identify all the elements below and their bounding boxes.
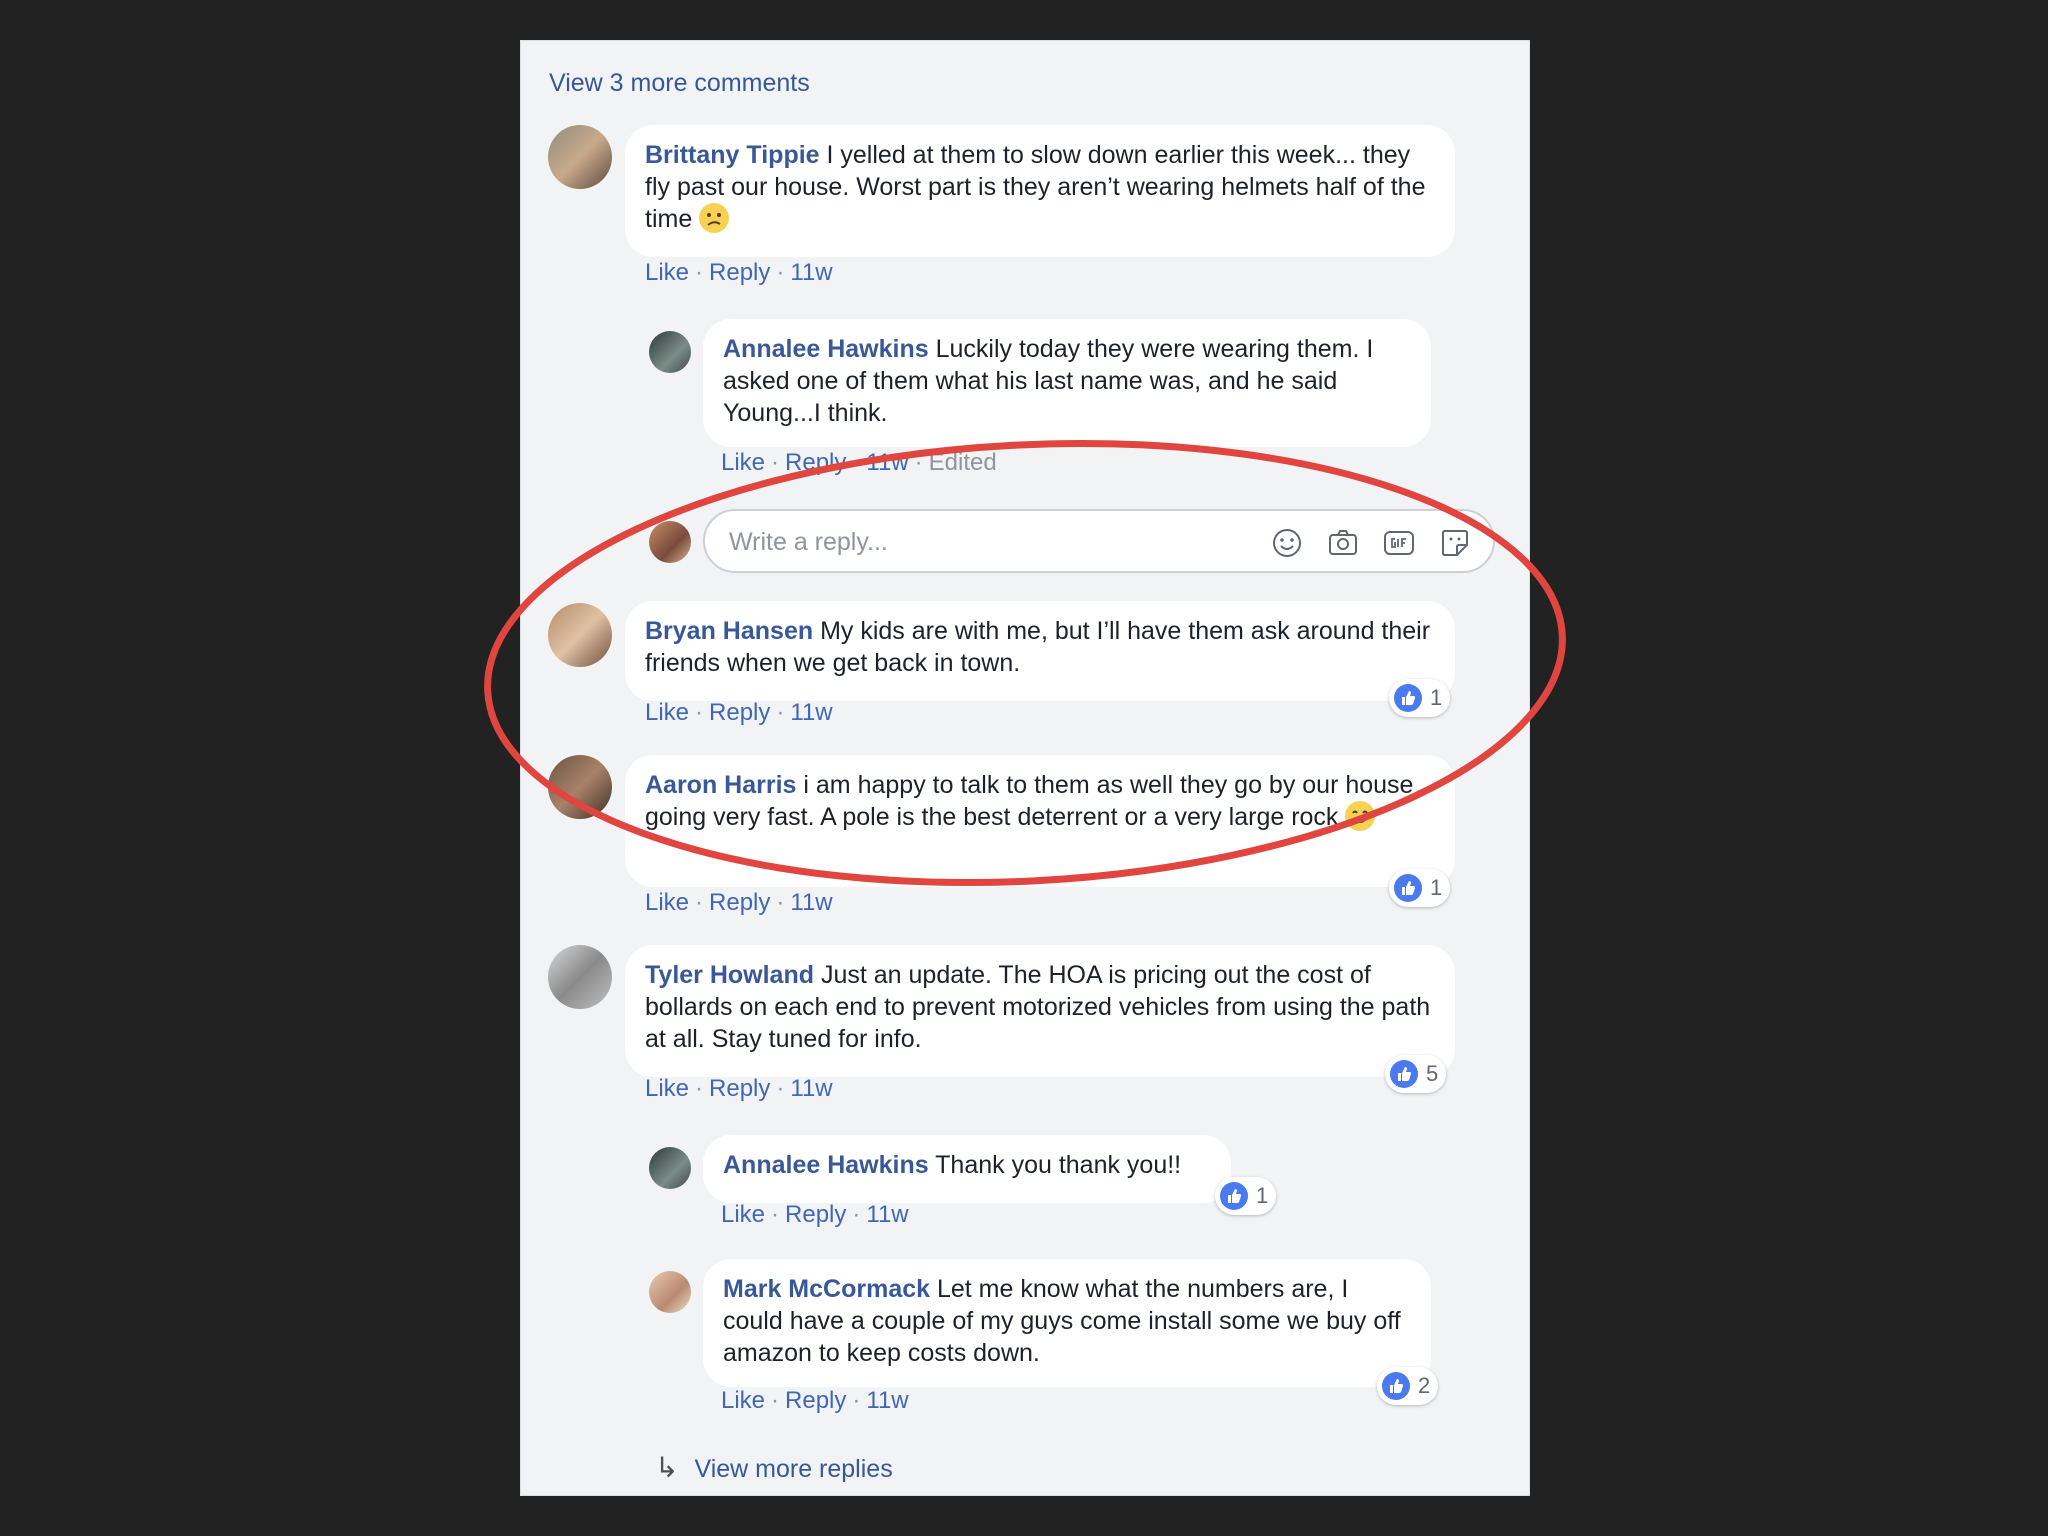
like-count: 1 [1430, 875, 1443, 900]
like-thumb-icon [1390, 1060, 1418, 1088]
timestamp[interactable]: 11w [866, 1387, 908, 1414]
separator: · [776, 1075, 785, 1102]
comment-actions: Like · Reply · 11w · Edited [721, 449, 997, 477]
avatar[interactable] [548, 603, 612, 667]
separator: · [776, 259, 785, 286]
confused-face-icon [699, 203, 730, 233]
comment-author[interactable]: Annalee Hawkins [723, 1151, 929, 1179]
like-thumb-icon [1394, 874, 1422, 902]
edited-label: Edited [928, 449, 997, 476]
separator: · [695, 889, 704, 916]
gif-icon[interactable] [1383, 527, 1415, 559]
separator: · [776, 699, 785, 726]
comment-actions: Like · Reply · 11w [645, 699, 833, 727]
view-more-comments-link[interactable]: View 3 more comments [549, 69, 810, 98]
timestamp[interactable]: 11w [866, 449, 908, 476]
comment-author[interactable]: Brittany Tippie [645, 141, 820, 169]
comment-actions: Like · Reply · 11w [645, 259, 833, 287]
separator: · [771, 1201, 780, 1228]
like-count-badge[interactable]: 1 [1389, 869, 1451, 907]
timestamp[interactable]: 11w [790, 699, 832, 726]
like-link[interactable]: Like [645, 259, 689, 286]
comment-bubble: Brittany Tippie I yelled at them to slow… [625, 125, 1455, 257]
comment-bubble: Mark McCormack Let me know what the numb… [703, 1259, 1431, 1387]
separator: · [852, 1201, 861, 1228]
view-more-replies-label: View more replies [694, 1455, 893, 1483]
like-thumb-icon [1394, 684, 1422, 712]
reply-link[interactable]: Reply [785, 449, 846, 476]
like-thumb-icon [1382, 1372, 1410, 1400]
reply-link[interactable]: Reply [709, 1075, 770, 1102]
avatar[interactable] [548, 755, 612, 819]
reply-arrow-icon: ↳ [655, 1452, 679, 1483]
like-link[interactable]: Like [721, 1201, 765, 1228]
timestamp[interactable]: 11w [866, 1201, 908, 1228]
avatar[interactable] [649, 1147, 691, 1189]
comment-author[interactable]: Bryan Hansen [645, 617, 813, 645]
timestamp[interactable]: 11w [790, 259, 832, 286]
like-count: 5 [1426, 1061, 1439, 1086]
timestamp[interactable]: 11w [790, 1075, 832, 1102]
smiling-face-icon [1345, 801, 1376, 831]
reply-link[interactable]: Reply [709, 699, 770, 726]
comment-bubble: Bryan Hansen My kids are with me, but I’… [625, 601, 1455, 701]
sticker-icon[interactable] [1439, 527, 1471, 559]
like-link[interactable]: Like [721, 1387, 765, 1414]
like-link[interactable]: Like [645, 699, 689, 726]
comment-bubble: Annalee Hawkins Thank you thank you!! [703, 1135, 1231, 1203]
reply-link[interactable]: Reply [709, 259, 770, 286]
like-count: 1 [1430, 685, 1443, 710]
comment-actions: Like · Reply · 11w [645, 889, 833, 917]
like-link[interactable]: Like [645, 1075, 689, 1102]
separator: · [852, 1387, 861, 1414]
like-count-badge[interactable]: 5 [1385, 1055, 1447, 1093]
view-more-replies-link[interactable]: ↳ View more replies [655, 1451, 893, 1484]
comments-panel: View 3 more comments Brittany Tippie I y… [520, 40, 1530, 1496]
separator: · [695, 699, 704, 726]
comment-author[interactable]: Mark McCormack [723, 1275, 930, 1303]
emoji-icon[interactable] [1271, 527, 1303, 559]
comment-actions: Like · Reply · 11w [721, 1387, 909, 1415]
separator: · [914, 449, 923, 476]
separator: · [771, 1387, 780, 1414]
avatar[interactable] [548, 125, 612, 189]
comment-actions: Like · Reply · 11w [645, 1075, 833, 1103]
comment-author[interactable]: Aaron Harris [645, 771, 796, 799]
reply-input[interactable] [727, 523, 1231, 561]
like-count: 1 [1256, 1183, 1269, 1208]
separator: · [771, 449, 780, 476]
comment-bubble: Aaron Harris i am happy to talk to them … [625, 755, 1455, 887]
avatar[interactable] [649, 1271, 691, 1313]
like-link[interactable]: Like [721, 449, 765, 476]
separator: · [852, 449, 861, 476]
camera-icon[interactable] [1327, 527, 1359, 559]
like-link[interactable]: Like [645, 889, 689, 916]
like-count-badge[interactable]: 1 [1389, 679, 1451, 717]
comment-actions: Like · Reply · 11w [721, 1201, 909, 1229]
reply-link[interactable]: Reply [785, 1201, 846, 1228]
separator: · [776, 889, 785, 916]
timestamp[interactable]: 11w [790, 889, 832, 916]
separator: · [695, 259, 704, 286]
avatar[interactable] [649, 331, 691, 373]
like-count-badge[interactable]: 1 [1215, 1177, 1277, 1215]
comment-bubble: Annalee Hawkins Luckily today they were … [703, 319, 1431, 447]
separator: · [695, 1075, 704, 1102]
like-count: 2 [1418, 1373, 1431, 1398]
current-user-avatar [649, 521, 691, 563]
like-thumb-icon [1220, 1182, 1248, 1210]
reply-link[interactable]: Reply [785, 1387, 846, 1414]
like-count-badge[interactable]: 2 [1377, 1367, 1439, 1405]
comment-author[interactable]: Annalee Hawkins [723, 335, 929, 363]
avatar[interactable] [548, 945, 612, 1009]
comment-bubble: Tyler Howland Just an update. The HOA is… [625, 945, 1455, 1077]
reply-link[interactable]: Reply [709, 889, 770, 916]
comment-text: Thank you thank you!! [935, 1151, 1182, 1179]
comment-author[interactable]: Tyler Howland [645, 961, 814, 989]
reply-input-box[interactable] [703, 509, 1495, 573]
